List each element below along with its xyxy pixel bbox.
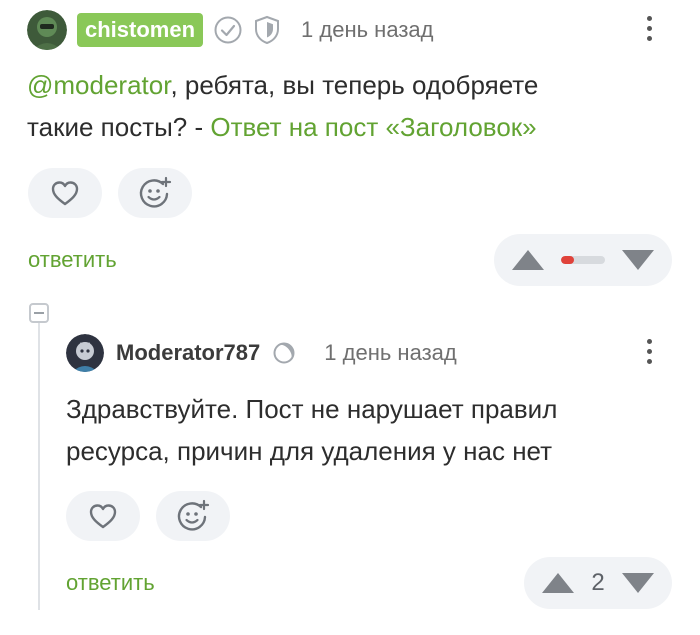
arrow-up-icon[interactable] xyxy=(512,250,544,270)
heart-icon xyxy=(89,504,117,529)
mention-link[interactable]: @moderator xyxy=(27,70,170,100)
heart-icon xyxy=(51,181,79,206)
arrow-down-icon[interactable] xyxy=(622,250,654,270)
like-button[interactable] xyxy=(28,168,102,218)
like-button[interactable] xyxy=(66,491,140,541)
username[interactable]: chistomen xyxy=(77,13,204,47)
arrow-down-icon[interactable] xyxy=(621,573,654,593)
comment-header: chistomen 1 день назад xyxy=(27,10,433,50)
score: 2 xyxy=(591,569,605,596)
shield-icon xyxy=(253,15,281,45)
verified-check-icon xyxy=(213,15,243,45)
avatar[interactable] xyxy=(27,10,67,50)
comment-text: Здравствуйте. Пост не нарушает правил xyxy=(66,394,558,424)
avatar[interactable] xyxy=(66,334,104,372)
moon-icon xyxy=(272,341,296,365)
post-reply-link[interactable]: Ответ на пост «Заголовок» xyxy=(210,112,536,142)
timestamp: 1 день назад xyxy=(301,17,434,42)
reply-link[interactable]: ответить xyxy=(66,570,155,596)
comment-text: такие посты? - xyxy=(27,112,211,142)
add-reaction-button[interactable] xyxy=(156,491,230,541)
comment-text: ресурса, причин для удаления у нас нет xyxy=(66,436,553,466)
add-reaction-icon xyxy=(139,176,172,208)
collapse-icon[interactable] xyxy=(29,303,49,323)
username[interactable]: Moderator787 xyxy=(116,340,260,366)
rating-bar xyxy=(561,256,605,264)
kebab-menu-icon[interactable] xyxy=(644,16,654,41)
arrow-up-icon[interactable] xyxy=(542,573,574,593)
add-reaction-button[interactable] xyxy=(118,168,192,218)
comment-header: Moderator787 1 день назад xyxy=(66,334,457,372)
thread-line xyxy=(38,320,40,610)
vote-box xyxy=(494,234,672,286)
add-reaction-icon xyxy=(177,499,210,531)
comment-body: Здравствуйте. Пост не нарушает правил ре… xyxy=(66,388,676,472)
comment-text: , ребята, вы теперь одобряете xyxy=(170,70,539,100)
comment-body: @moderator, ребята, вы теперь одобряете … xyxy=(27,64,677,148)
vote-box: 2 xyxy=(524,557,672,609)
timestamp: 1 день назад xyxy=(324,340,457,365)
reply-link[interactable]: ответить xyxy=(28,247,117,273)
rating-bar-negative xyxy=(561,256,575,264)
kebab-menu-icon[interactable] xyxy=(644,339,654,364)
